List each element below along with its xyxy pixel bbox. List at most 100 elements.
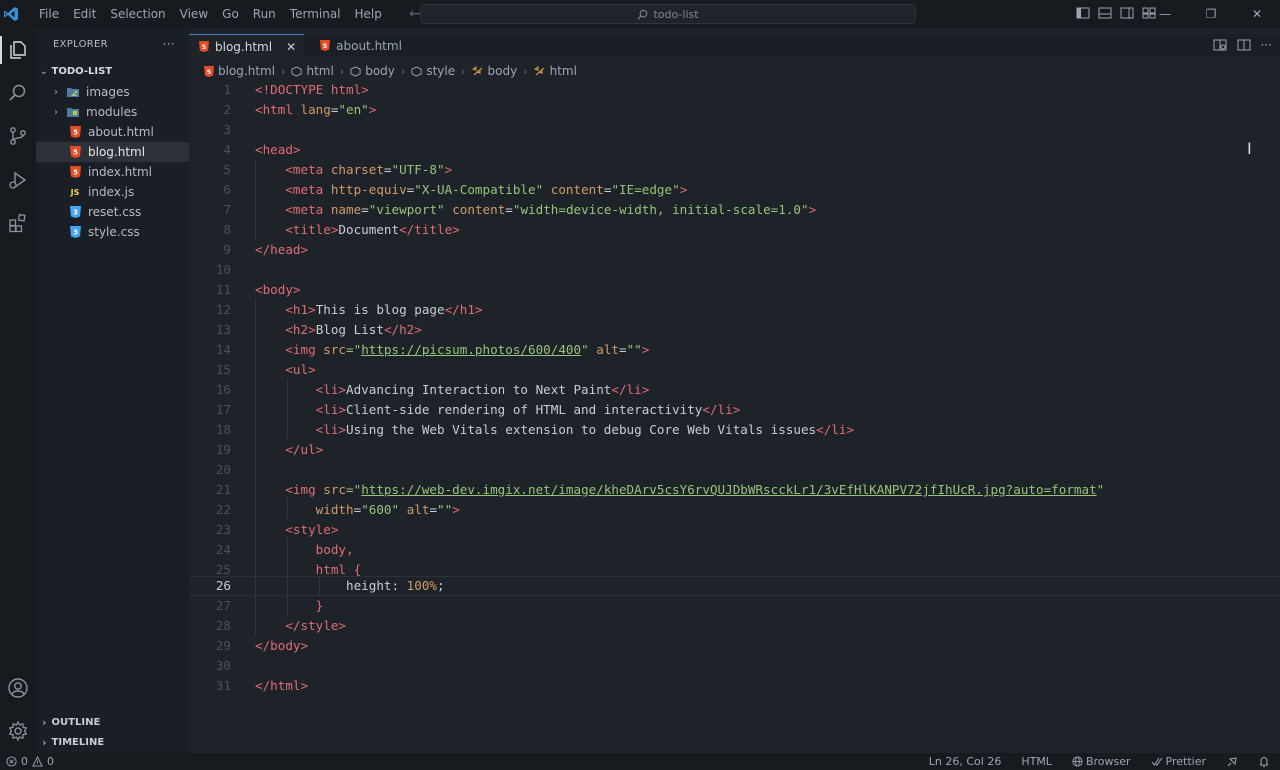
close-window-icon[interactable]: ✕ (1234, 0, 1280, 28)
menu-file[interactable]: File (32, 0, 66, 28)
code-editor[interactable]: 1 <!DOCTYPE html> 2 <html lang="en"> 3 4 <h… (189, 80, 1280, 753)
tree-item-label: index.html (88, 165, 152, 179)
html5-icon: 5 (204, 65, 214, 77)
split-editor-icon[interactable] (1237, 38, 1251, 52)
minimize-icon[interactable]: — (1142, 0, 1188, 28)
text-cursor-icon: I (1247, 139, 1252, 158)
bell-icon[interactable] (1258, 756, 1270, 768)
code-link[interactable]: https://web-dev.imgix.net/image/kheDArv5… (361, 482, 1096, 497)
breadcrumb-item[interactable]: body (488, 64, 518, 78)
toggle-panel-icon[interactable] (1098, 6, 1112, 20)
command-center-text: todo-list (653, 7, 699, 21)
status-bar: 0 0 Ln 26, Col 26 HTML Browser Prettier (0, 753, 1280, 770)
source-control-icon[interactable] (4, 122, 32, 150)
breadcrumb-item[interactable]: blog.html (218, 64, 275, 78)
manage-gear-icon[interactable] (4, 717, 32, 745)
activity-bar (0, 28, 36, 753)
breadcrumb-item[interactable]: style (426, 64, 455, 78)
open-preview-icon[interactable] (1213, 38, 1227, 52)
tree-item-index-html[interactable]: 5 index.html (36, 162, 189, 182)
tree-item-label: modules (86, 105, 138, 119)
search-activity-icon[interactable] (4, 79, 32, 107)
outline-section[interactable]: › OUTLINE (36, 712, 100, 732)
tree-item-label: images (86, 85, 130, 99)
breadcrumb-item[interactable]: html (306, 64, 333, 78)
css-selector-icon (533, 65, 544, 75)
extensions-icon[interactable] (4, 209, 32, 237)
tab-label: blog.html (215, 39, 273, 54)
menu-edit[interactable]: Edit (66, 0, 103, 28)
svg-text:5: 5 (73, 169, 78, 177)
toggle-primary-sidebar-icon[interactable] (1076, 6, 1090, 20)
html5-icon: 5 (68, 145, 82, 159)
tree-item-index-js[interactable]: JS index.js (36, 182, 189, 202)
tab-about-html[interactable]: 5 about.html (304, 34, 410, 57)
css3-icon: 3 (68, 205, 82, 219)
run-debug-icon[interactable] (4, 166, 32, 194)
chevron-down-icon: ⌄ (40, 67, 48, 77)
tree-item-modules[interactable]: › modules (36, 102, 189, 122)
explorer-sidebar: EXPLORER ··· ⌄ TODO-LIST › images › modu… (36, 28, 189, 753)
prettier-item[interactable]: Prettier (1151, 755, 1206, 768)
feedback-icon[interactable] (1226, 756, 1238, 768)
element-icon (291, 65, 303, 77)
command-center-search[interactable]: todo-list (420, 4, 916, 24)
element-icon (411, 65, 422, 77)
toggle-secondary-sidebar-icon[interactable] (1120, 6, 1134, 20)
tab-label: about.html (336, 38, 402, 53)
globe-icon (1072, 756, 1083, 767)
warning-icon (32, 756, 43, 767)
menu-selection[interactable]: Selection (103, 0, 172, 28)
warning-count: 0 (47, 755, 54, 768)
explorer-icon[interactable] (4, 36, 32, 64)
browser-label: Browser (1085, 755, 1131, 768)
timeline-section[interactable]: › TIMELINE (36, 732, 104, 752)
more-actions-icon[interactable]: ··· (1261, 38, 1272, 52)
svg-text:5: 5 (73, 149, 78, 157)
restore-icon[interactable]: ❐ (1188, 0, 1234, 28)
workspace-folder-label: TODO-LIST (51, 66, 113, 77)
double-check-icon (1151, 757, 1162, 766)
timeline-label: TIMELINE (51, 736, 105, 748)
chevron-right-icon: › (42, 735, 47, 749)
account-icon[interactable] (4, 674, 32, 702)
title-bar: File Edit Selection View Go Run Terminal… (0, 0, 1280, 28)
more-actions-icon[interactable]: ··· (163, 37, 175, 51)
code-link[interactable]: https://picsum.photos/600/400 (361, 342, 581, 357)
prettier-label: Prettier (1165, 755, 1206, 768)
chevron-right-icon: › (339, 64, 345, 78)
image-folder-icon (66, 85, 80, 99)
problems-indicator[interactable]: 0 0 (0, 755, 54, 768)
tree-item-blog-html[interactable]: 5 blog.html (36, 142, 189, 162)
cursor-position[interactable]: Ln 26, Col 26 (929, 755, 1002, 768)
tree-item-reset-css[interactable]: 3 reset.css (36, 202, 189, 222)
menu-view[interactable]: View (173, 0, 215, 28)
menu-go[interactable]: Go (215, 0, 246, 28)
tab-blog-html[interactable]: 5 blog.html ✕ (189, 34, 305, 58)
css3-icon: 3 (68, 225, 82, 239)
tree-item-images[interactable]: › images (36, 82, 189, 102)
modules-folder-icon (66, 105, 80, 119)
close-tab-icon[interactable]: ✕ (286, 40, 296, 54)
html5-icon: 5 (68, 125, 82, 139)
menu-terminal[interactable]: Terminal (283, 0, 348, 28)
workspace-folder[interactable]: ⌄ TODO-LIST (36, 62, 189, 82)
tree-item-style-css[interactable]: 3 style.css (36, 222, 189, 242)
active-indicator (0, 36, 2, 64)
chevron-right-icon: › (54, 106, 58, 118)
svg-text:5: 5 (73, 129, 78, 137)
menu-run[interactable]: Run (246, 0, 283, 28)
browser-item[interactable]: Browser (1072, 755, 1131, 768)
explorer-header: EXPLORER ··· (36, 28, 189, 60)
html5-icon: 5 (320, 40, 331, 51)
html5-icon: 5 (68, 165, 82, 179)
breadcrumb-item[interactable]: body (365, 64, 395, 78)
html5-icon: 5 (199, 41, 209, 52)
chevron-right-icon: › (461, 64, 466, 78)
language-mode[interactable]: HTML (1021, 755, 1052, 768)
current-line: 26 height: 100%; (189, 576, 1280, 596)
breadcrumb-item[interactable]: html (550, 64, 577, 78)
tree-item-about-html[interactable]: 5 about.html (36, 122, 189, 142)
menu-help[interactable]: Help (348, 0, 389, 28)
error-icon (6, 756, 17, 767)
